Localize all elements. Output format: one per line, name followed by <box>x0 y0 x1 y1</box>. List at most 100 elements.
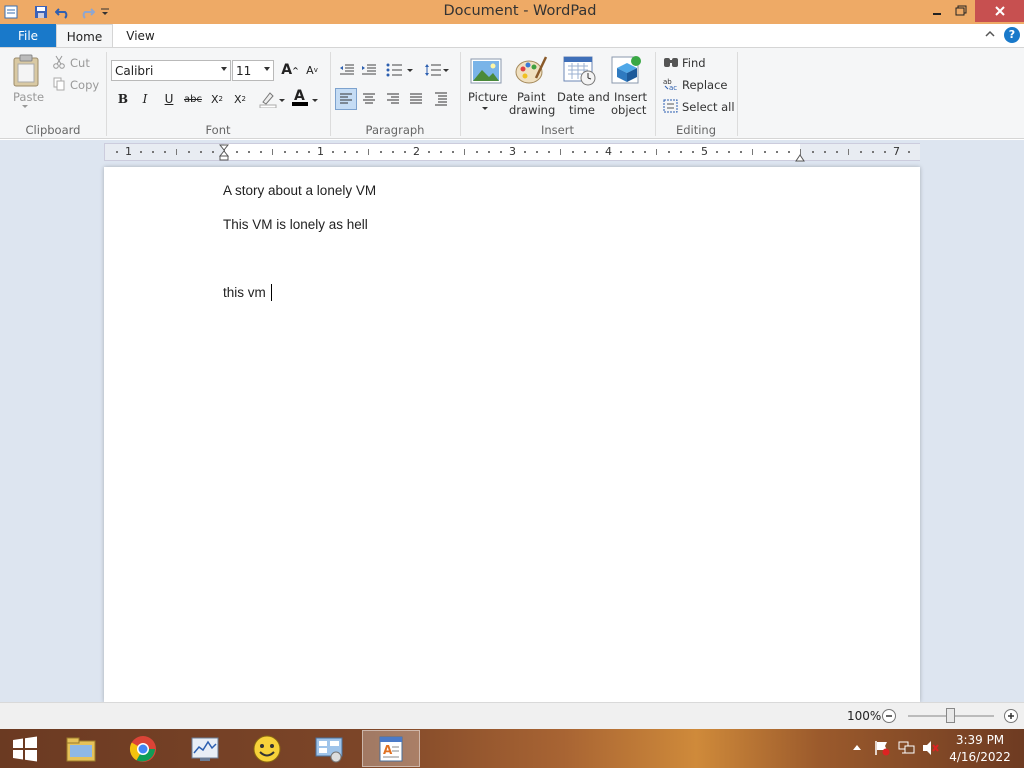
title-bar: Document - WordPad <box>0 0 1024 24</box>
ruler-dot <box>152 151 154 153</box>
select-all-button[interactable]: Select all <box>682 100 735 114</box>
align-center-icon[interactable] <box>359 89 379 109</box>
indent-marker-icon[interactable] <box>218 144 230 161</box>
clock-time[interactable]: 3:39 PM <box>945 733 1015 747</box>
subscript-icon[interactable]: X2 <box>207 89 227 109</box>
group-divider <box>737 52 738 136</box>
ribbon-home: Paste Cut Copy Clipboard Calibri 11 A ^ A… <box>0 47 1024 139</box>
ruler-dot <box>548 151 550 153</box>
performance-monitor-icon[interactable] <box>176 730 234 767</box>
grow-font-icon[interactable]: A ^ <box>280 60 300 80</box>
picture-dropdown-icon[interactable] <box>482 107 488 110</box>
paste-icon[interactable] <box>10 54 42 88</box>
document-paragraph[interactable]: This VM is lonely as hell <box>223 217 368 232</box>
ruler-dot <box>776 151 778 153</box>
date-time-label-2[interactable]: time <box>569 103 595 117</box>
copy-button[interactable]: Copy <box>70 78 99 92</box>
highlight-color-icon[interactable] <box>258 89 278 109</box>
document-paragraph[interactable]: this vm <box>223 285 266 300</box>
replace-button[interactable]: Replace <box>682 78 728 92</box>
minimize-ribbon-icon[interactable] <box>984 28 998 42</box>
ruler[interactable]: 1 1 2 3 4 5 7 <box>104 143 920 162</box>
font-color-dropdown-icon[interactable] <box>312 99 318 102</box>
wordpad-taskbar-icon[interactable]: A <box>362 730 420 767</box>
chrome-icon[interactable] <box>114 730 172 767</box>
control-panel-icon[interactable] <box>300 730 358 767</box>
paragraph-settings-icon[interactable] <box>431 89 451 109</box>
align-right-icon[interactable] <box>383 89 403 109</box>
ruler-tick <box>368 149 369 155</box>
italic-icon[interactable]: I <box>135 89 155 109</box>
ruler-tick <box>560 149 561 155</box>
ruler-dot <box>116 151 118 153</box>
ruler-dot <box>440 151 442 153</box>
bullet-list-icon[interactable] <box>385 60 405 80</box>
justify-icon[interactable] <box>406 89 426 109</box>
font-family-value: Calibri <box>115 63 154 78</box>
volume-muted-icon[interactable] <box>922 740 940 756</box>
line-spacing-dropdown-icon[interactable] <box>443 69 449 72</box>
network-icon[interactable] <box>898 740 916 756</box>
paint-drawing-label-2[interactable]: drawing <box>509 103 555 117</box>
bold-icon[interactable]: B <box>113 89 133 109</box>
superscript-icon[interactable]: X2 <box>230 89 250 109</box>
ruler-number: 1 <box>317 145 324 158</box>
document-page[interactable]: A story about a lonely VM This VM is lon… <box>104 167 920 702</box>
show-hidden-icons-icon[interactable] <box>853 745 861 750</box>
start-button[interactable] <box>0 730 50 767</box>
insert-object-label-2[interactable]: object <box>611 103 646 117</box>
ruler-dot <box>500 151 502 153</box>
close-button[interactable] <box>975 0 1024 22</box>
file-explorer-icon[interactable] <box>52 730 110 767</box>
font-family-select[interactable]: Calibri <box>111 60 231 81</box>
cut-button[interactable]: Cut <box>70 56 90 70</box>
tab-file[interactable]: File <box>0 24 56 47</box>
picture-button[interactable]: Picture <box>468 90 508 104</box>
date-time-icon[interactable] <box>563 55 597 87</box>
paint-drawing-label-1[interactable]: Paint <box>517 90 545 104</box>
ruler-dot <box>584 151 586 153</box>
picture-icon[interactable] <box>470 56 502 86</box>
bullet-dropdown-icon[interactable] <box>407 69 413 72</box>
help-icon[interactable]: ? <box>1004 27 1020 43</box>
ruler-dot <box>872 151 874 153</box>
right-indent-marker-icon[interactable] <box>795 151 805 162</box>
zoom-out-icon[interactable] <box>881 708 897 724</box>
tab-view[interactable]: View <box>113 24 168 47</box>
paint-drawing-icon[interactable] <box>514 54 548 86</box>
paste-dropdown-icon[interactable] <box>22 105 28 108</box>
font-color-icon[interactable]: A <box>290 87 310 107</box>
find-button[interactable]: Find <box>682 56 706 70</box>
highlight-dropdown-icon[interactable] <box>279 99 285 102</box>
ruler-dot <box>908 151 910 153</box>
line-spacing-icon[interactable] <box>423 60 443 80</box>
decrease-indent-icon[interactable] <box>337 60 357 80</box>
zoom-in-icon[interactable] <box>1003 708 1019 724</box>
strikethrough-icon[interactable]: abc <box>183 89 203 109</box>
action-center-flag-icon[interactable] <box>874 740 890 756</box>
svg-text:A: A <box>294 88 305 104</box>
date-time-label-1[interactable]: Date and <box>557 90 610 104</box>
font-size-select[interactable]: 11 <box>232 60 274 81</box>
paste-button[interactable]: Paste <box>13 90 44 104</box>
ruler-dot <box>236 151 238 153</box>
ruler-dot <box>164 151 166 153</box>
insert-object-label-1[interactable]: Insert <box>614 90 647 104</box>
zoom-slider-thumb[interactable] <box>946 708 955 723</box>
smiley-app-icon[interactable] <box>238 730 296 767</box>
ruler-dot <box>692 151 694 153</box>
tab-home[interactable]: Home <box>56 24 113 48</box>
ruler-dot <box>188 151 190 153</box>
shrink-font-icon[interactable]: Av <box>302 60 322 80</box>
window-title: Document - WordPad <box>443 3 597 19</box>
status-bar: 100% <box>0 702 1024 729</box>
underline-icon[interactable]: U <box>159 89 179 109</box>
clock-date[interactable]: 4/16/2022 <box>945 750 1015 764</box>
restore-button[interactable] <box>946 0 976 22</box>
increase-indent-icon[interactable] <box>359 60 379 80</box>
align-left-icon[interactable] <box>335 88 357 110</box>
insert-object-icon[interactable] <box>611 54 643 86</box>
ruler-tick <box>752 149 753 155</box>
font-group-label: Font <box>205 123 231 137</box>
document-paragraph[interactable]: A story about a lonely VM <box>223 183 376 198</box>
